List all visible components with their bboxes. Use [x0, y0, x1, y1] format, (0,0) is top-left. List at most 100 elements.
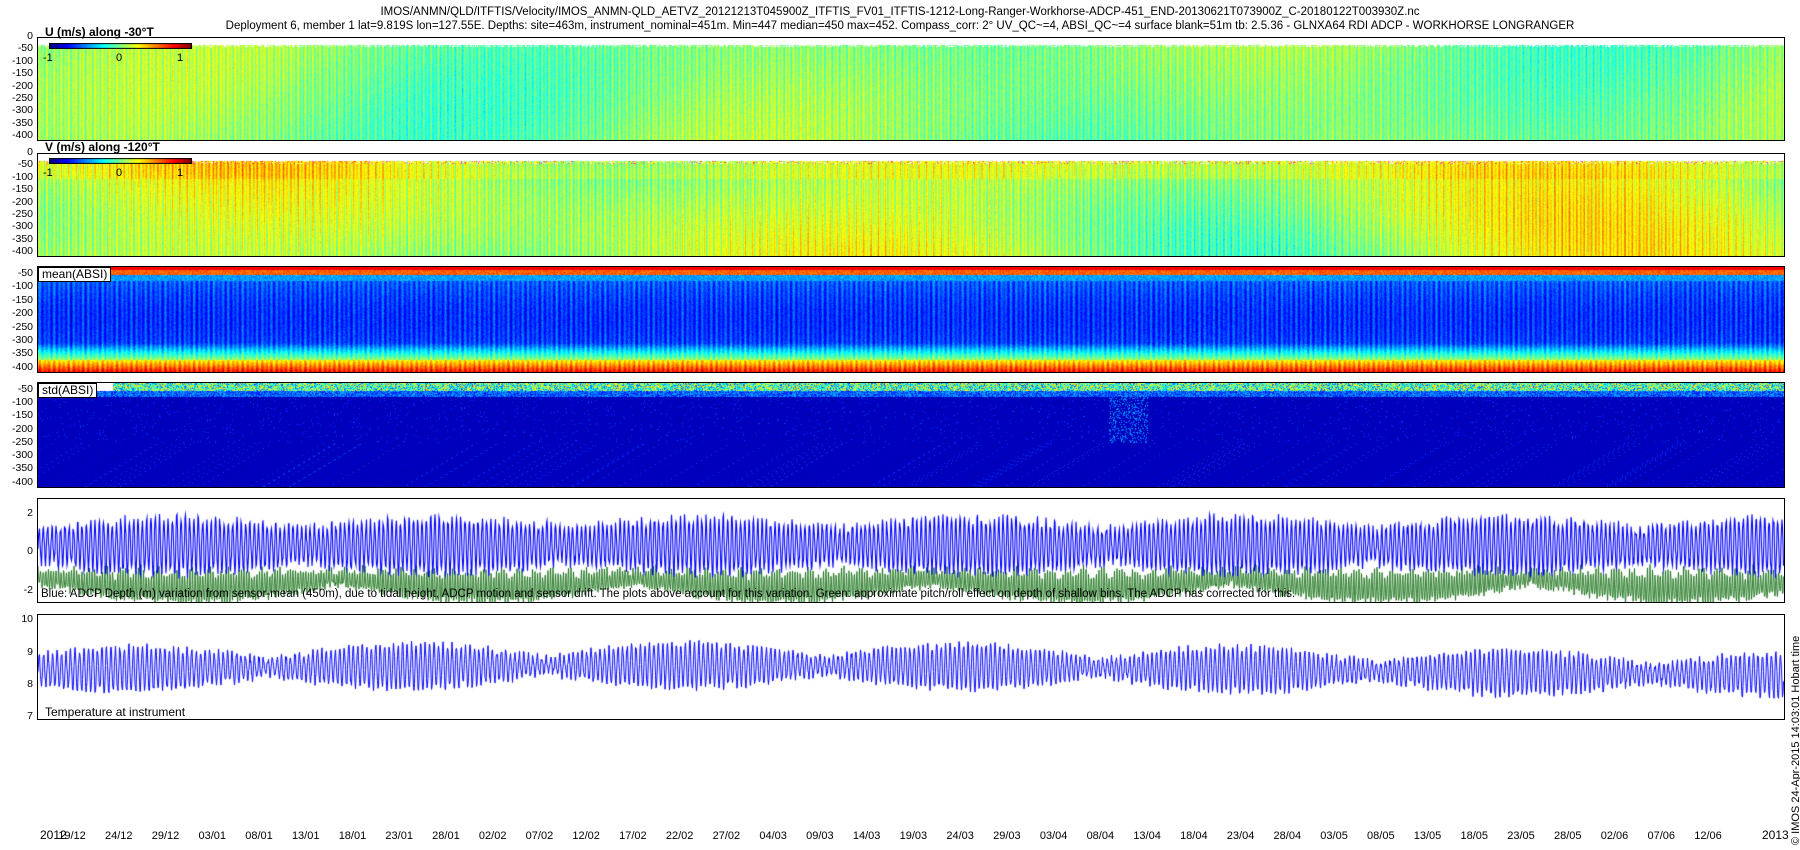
- v-velocity-heatmap: [38, 154, 1784, 256]
- y-tick-label: -100: [11, 54, 33, 67]
- u-colorbar: [49, 43, 192, 49]
- v-colorbar-tick-mid: 0: [116, 167, 123, 179]
- x-tick-label: 23/04: [1226, 830, 1255, 842]
- std-absi-panel: [37, 382, 1785, 488]
- y-tick-label: -400: [11, 129, 33, 142]
- x-tick-label: 13/05: [1413, 830, 1442, 842]
- std-absi-label: std(ABSI): [38, 383, 98, 398]
- y-tick-label: -400: [11, 475, 33, 488]
- x-tick-label: 28/01: [432, 830, 460, 842]
- y-tick-label: -350: [11, 116, 33, 129]
- x-tick-label: 28/05: [1554, 830, 1582, 842]
- x-tick-label: 29/12: [151, 830, 180, 842]
- y-tick-label: 10: [21, 613, 33, 626]
- y-tick-label: -100: [11, 170, 33, 183]
- u-colorbar-tick-mid: 0: [116, 52, 123, 64]
- x-tick-label: 23/05: [1507, 830, 1535, 842]
- u-velocity-panel: [37, 37, 1785, 141]
- y-tick-label: -400: [11, 245, 33, 258]
- y-tick-label: -250: [11, 207, 33, 220]
- v-panel-label: V (m/s) along -120°T: [45, 140, 160, 154]
- y-tick-label: 0: [27, 30, 33, 42]
- v-colorbar-tick-max: 1: [177, 167, 184, 179]
- mean-absi-label: mean(ABSI): [38, 267, 112, 282]
- x-tick-label: 08/05: [1367, 830, 1395, 842]
- mean-absi-heatmap: [38, 267, 1784, 372]
- u-colorbar-tick-max: 1: [177, 52, 184, 64]
- y-tick-label: -300: [11, 449, 33, 462]
- y-tick-label: -200: [11, 195, 33, 208]
- y-tick-label: -350: [11, 232, 33, 245]
- y-tick-label: -50: [17, 267, 33, 280]
- y-tick-label: -250: [11, 435, 33, 448]
- y-tick-label: -300: [11, 104, 33, 117]
- x-axis-year-left: 2012: [40, 828, 67, 842]
- x-tick-label: 13/04: [1133, 830, 1161, 842]
- x-tick-label: 08/04: [1086, 830, 1115, 842]
- x-tick-label: 03/01: [198, 830, 226, 842]
- x-axis-year-right: 2013: [1762, 828, 1789, 842]
- y-tick-label: -300: [11, 333, 33, 346]
- y-tick-label: -200: [11, 79, 33, 92]
- x-tick-label: 14/03: [852, 830, 881, 842]
- x-tick-label: 27/02: [712, 830, 741, 842]
- y-tick-label: -150: [11, 409, 33, 422]
- v-colorbar-tick-min: -1: [43, 167, 53, 179]
- x-tick-label: 29/03: [993, 830, 1021, 842]
- x-tick-label: 24/03: [946, 830, 974, 842]
- y-tick-label: 2: [27, 506, 33, 519]
- y-tick-label: -50: [17, 42, 33, 55]
- u-velocity-heatmap: [38, 38, 1784, 140]
- y-tick-label: 8: [27, 677, 33, 690]
- y-tick-label: -350: [11, 462, 33, 475]
- temperature-note: Temperature at instrument: [45, 705, 186, 719]
- v-velocity-panel: [37, 153, 1785, 257]
- x-tick-label: 04/03: [759, 830, 787, 842]
- x-tick-label: 24/12: [104, 830, 133, 842]
- figure-title-line2: Deployment 6, member 1 lat=9.819S lon=12…: [225, 20, 1575, 32]
- u-panel-label: U (m/s) along -30°T: [45, 25, 154, 39]
- x-tick-label: 23/01: [385, 830, 413, 842]
- temperature-line: [38, 615, 1784, 719]
- y-tick-label: -50: [17, 382, 33, 395]
- x-tick-label: 12/06: [1694, 830, 1722, 842]
- temperature-panel: [37, 614, 1785, 720]
- y-tick-label: -2: [23, 584, 33, 597]
- u-colorbar-tick-min: -1: [43, 52, 53, 64]
- y-tick-label: -250: [11, 320, 33, 333]
- x-tick-label: 18/01: [338, 830, 367, 842]
- y-tick-label: 0: [27, 146, 33, 158]
- x-tick-label: 08/01: [245, 830, 273, 842]
- y-tick-label: 0: [27, 545, 33, 558]
- x-tick-label: 17/02: [619, 830, 647, 842]
- depth-variation-lines: [38, 499, 1784, 602]
- mean-absi-panel: [37, 266, 1785, 373]
- y-tick-label: -150: [11, 183, 33, 196]
- x-tick-label: 22/02: [665, 830, 694, 842]
- y-tick-label: -150: [11, 293, 33, 306]
- figure-title-line1: IMOS/ANMN/QLD/ITFTIS/Velocity/IMOS_ANMN-…: [380, 6, 1420, 18]
- v-colorbar: [49, 158, 192, 164]
- x-tick-label: 18/04: [1180, 830, 1208, 842]
- y-tick-label: -50: [17, 158, 33, 171]
- x-tick-label: 02/02: [478, 830, 507, 842]
- x-tick-label: 07/02: [525, 830, 554, 842]
- y-tick-label: -200: [11, 307, 33, 320]
- y-tick-label: 7: [27, 709, 33, 722]
- credit-label: © IMOS 24-Apr-2015 14:03:01 Hobart time: [1790, 635, 1800, 845]
- x-tick-label: 28/04: [1273, 830, 1302, 842]
- y-tick-label: 9: [27, 645, 33, 658]
- figure: IMOS/ANMN/QLD/ITFTIS/Velocity/IMOS_ANMN-…: [0, 0, 1800, 850]
- y-tick-label: -300: [11, 220, 33, 233]
- x-tick-label: 18/05: [1460, 830, 1489, 842]
- y-tick-label: -200: [11, 422, 33, 435]
- x-tick-label: 09/03: [806, 830, 834, 842]
- y-tick-label: -400: [11, 360, 33, 373]
- depth-variation-note: Blue: ADCP Depth (m) variation from sens…: [41, 588, 1296, 600]
- x-tick-label: 02/06: [1600, 830, 1629, 842]
- x-tick-label: 07/06: [1647, 830, 1676, 842]
- x-tick-label: 03/04: [1039, 830, 1068, 842]
- y-tick-label: -350: [11, 347, 33, 360]
- y-tick-label: -100: [11, 280, 33, 293]
- std-absi-heatmap: [38, 383, 1784, 487]
